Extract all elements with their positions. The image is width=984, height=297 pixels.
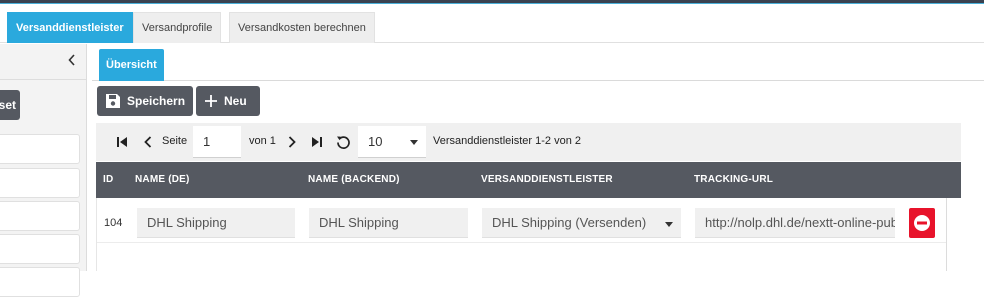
per-page-select[interactable]: 10 — [358, 126, 426, 158]
plus-icon — [205, 95, 217, 107]
first-page-icon[interactable] — [114, 133, 130, 151]
tracking-url-field[interactable]: http://nolp.dhl.de/nextt-online-public — [695, 208, 895, 238]
caret-down-icon — [410, 140, 418, 145]
last-page-icon[interactable] — [309, 133, 325, 151]
provider-select[interactable]: DHL Shipping (Versenden) — [482, 208, 681, 238]
main-content: Übersicht Speichern Neu Seite von 1 — [92, 44, 984, 271]
name-backend-field[interactable]: DHL Shipping — [309, 208, 468, 238]
filter-field[interactable] — [0, 134, 80, 164]
column-header-id[interactable]: ID — [103, 174, 113, 185]
filter-field[interactable] — [0, 201, 80, 231]
refresh-icon[interactable] — [335, 133, 351, 151]
results-summary: Versanddienstleister 1-2 von 2 — [433, 135, 581, 147]
floppy-disk-icon — [106, 94, 120, 108]
reset-filter-button[interactable]: set — [0, 90, 20, 120]
filter-field[interactable] — [0, 267, 80, 297]
column-header-name-backend[interactable]: NAME (BACKEND) — [308, 174, 400, 185]
tab-versandkosten-berechnen[interactable]: Versandkosten berechnen — [229, 12, 375, 43]
new-button-label: Neu — [224, 94, 247, 108]
column-header-provider[interactable]: VERSANDDIENSTLEISTER — [481, 174, 613, 185]
per-page-value: 10 — [368, 134, 383, 149]
provider-value: DHL Shipping (Versenden) — [492, 215, 647, 230]
chevron-left-icon[interactable] — [66, 54, 78, 68]
cell-id: 104 — [104, 217, 123, 229]
save-button-label: Speichern — [127, 94, 186, 108]
tab-uebersicht[interactable]: Übersicht — [99, 49, 164, 81]
prev-page-icon[interactable] — [140, 133, 156, 151]
column-header-tracking-url[interactable]: TRACKING-URL — [694, 174, 773, 185]
filter-field[interactable] — [0, 168, 80, 198]
filter-sidebar: set — [0, 44, 87, 297]
filter-field[interactable] — [0, 234, 80, 264]
tab-versandprofile[interactable]: Versandprofile — [133, 12, 222, 43]
main-tab-bar: Versanddienstleister Versandprofile Vers… — [0, 4, 984, 43]
sub-tab-bar: Übersicht — [92, 44, 984, 81]
page-number-input[interactable] — [193, 126, 241, 158]
table-header: ID NAME (DE) NAME (BACKEND) VERSANDDIENS… — [96, 162, 961, 198]
vertical-scrollbar[interactable] — [946, 198, 962, 271]
delete-row-button[interactable] — [909, 208, 935, 238]
page-count: von 1 — [249, 135, 276, 147]
tab-versanddienstleister[interactable]: Versanddienstleister — [7, 12, 133, 43]
new-button[interactable]: Neu — [196, 86, 260, 116]
name-de-field[interactable]: DHL Shipping — [137, 208, 295, 238]
next-page-icon[interactable] — [284, 133, 300, 151]
save-button[interactable]: Speichern — [97, 86, 193, 116]
minus-circle-icon — [914, 215, 930, 231]
table-row: 104 DHL Shipping DHL Shipping DHL Shippi… — [96, 198, 962, 271]
sidebar-divider — [0, 79, 86, 80]
row-divider — [97, 242, 961, 243]
caret-down-icon — [665, 222, 673, 227]
column-header-name-de[interactable]: NAME (DE) — [135, 174, 190, 185]
pagination-bar: Seite von 1 10 Versanddienstleister 1-2 … — [96, 123, 961, 161]
page-label: Seite — [162, 135, 188, 147]
